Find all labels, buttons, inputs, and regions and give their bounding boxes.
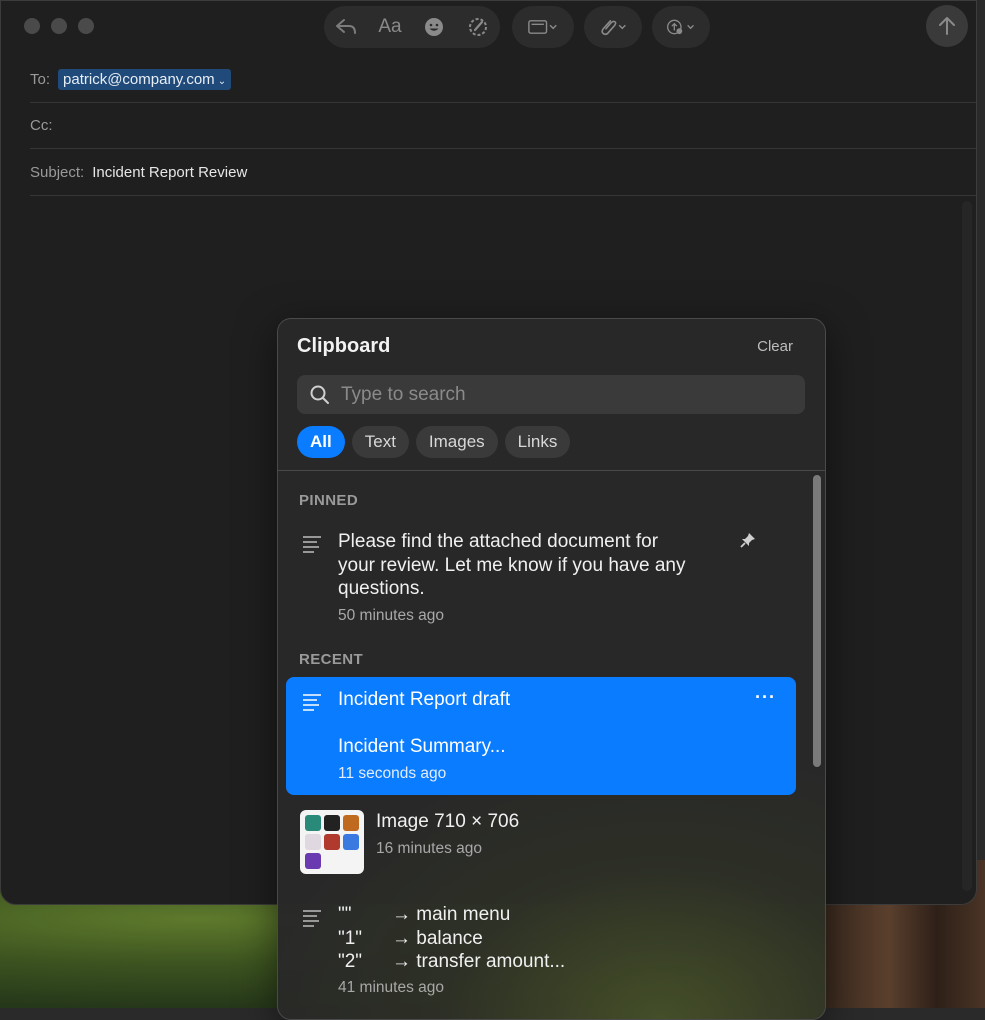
subject-label: Subject: (30, 163, 85, 181)
filter-text[interactable]: Text (351, 426, 409, 458)
mapping-row: "1" → balance (338, 927, 565, 951)
timestamp: 50 minutes ago (338, 607, 444, 624)
mapping-value: → main menu (392, 904, 511, 925)
pinned-header: PINNED (299, 492, 359, 509)
header-fields-icon (528, 12, 558, 42)
mapping-row: "" → main menu (338, 903, 565, 927)
pin-icon[interactable] (740, 532, 756, 548)
compose-toolbar-group: Aa (324, 6, 500, 48)
clip-title: Incident Report draft (338, 689, 511, 710)
clipboard-title: Clipboard (297, 335, 391, 357)
mapping-value: → transfer amount... (392, 951, 566, 972)
pinned-clip-line: questions. (338, 578, 425, 599)
search-input[interactable] (339, 382, 763, 407)
clip-preview: Incident Summary... (338, 736, 506, 757)
filter-all[interactable]: All (297, 426, 345, 458)
filter-images[interactable]: Images (415, 426, 498, 458)
clip-text: "" → main menu "1" → balance "2" → transfer… (338, 903, 565, 974)
text-snippet-icon (303, 694, 321, 711)
recent-header: RECENT (299, 651, 364, 668)
image-thumbnail (300, 810, 364, 874)
to-label: To: (30, 70, 51, 88)
pinned-clip-item[interactable]: Please find the attached document for yo… (286, 519, 796, 631)
minimize-window-button[interactable] (51, 18, 67, 34)
attachment-icon (598, 12, 628, 42)
header-fields-button[interactable] (512, 6, 574, 48)
chevron-down-icon: ⌄ (217, 75, 227, 87)
reply-icon[interactable] (331, 12, 361, 42)
text-snippet-icon (303, 910, 321, 927)
filter-chips: All Text Images Links (297, 426, 571, 458)
format-text-icon[interactable]: Aa (375, 12, 405, 42)
recipient-token[interactable]: patrick@company.com ⌄ (58, 68, 232, 90)
photo-browser-button[interactable] (652, 6, 710, 48)
more-options-icon[interactable]: ··· (755, 687, 776, 708)
send-icon (939, 17, 955, 35)
clipboard-panel: Clipboard Clear All Text Images Links PI… (277, 318, 826, 1020)
attachment-button[interactable] (584, 6, 642, 48)
send-button[interactable] (926, 5, 968, 47)
pinned-clip-line: Please find the attached document for (338, 531, 659, 552)
recent-clip-item-selected[interactable]: Incident Report draft ··· Incident Summa… (286, 677, 796, 795)
divider (278, 470, 825, 471)
mapping-key: "2" (338, 951, 363, 972)
zoom-window-button[interactable] (78, 18, 94, 34)
message-body-scrollbar[interactable] (962, 201, 972, 891)
subject-value[interactable]: Incident Report Review (92, 164, 247, 181)
subject-field-row[interactable]: Subject: Incident Report Review (30, 149, 976, 196)
emoji-icon[interactable] (419, 12, 449, 42)
cc-label: Cc: (30, 116, 53, 134)
photo-browser-icon (666, 12, 696, 42)
to-field-row: To: patrick@company.com ⌄ (30, 56, 976, 103)
close-window-button[interactable] (24, 18, 40, 34)
text-snippet-icon (303, 536, 321, 553)
mapping-key: "" (338, 904, 352, 925)
search-icon (310, 385, 329, 404)
pinned-clip-text: Please find the attached document for yo… (338, 530, 685, 601)
mapping-key: "1" (338, 927, 363, 949)
clipboard-search[interactable] (297, 375, 805, 414)
scrollbar-thumb[interactable] (813, 475, 821, 767)
timestamp: 16 minutes ago (376, 840, 482, 857)
mapping-row: "2" → transfer amount... (338, 950, 565, 974)
timestamp: 41 minutes ago (338, 979, 444, 996)
timestamp: 11 seconds ago (338, 765, 447, 782)
mapping-value: → balance (392, 927, 483, 949)
cc-field-row[interactable]: Cc: (30, 102, 976, 149)
pinned-clip-line: your review. Let me know if you have any (338, 554, 686, 576)
clip-title: Image 710 × 706 (376, 811, 520, 832)
recent-clip-item-image[interactable]: Image 710 × 706 16 minutes ago (286, 807, 796, 881)
filter-links[interactable]: Links (504, 426, 571, 458)
recipient-address: patrick@company.com (63, 70, 215, 88)
clipboard-scrollbar[interactable] (810, 475, 824, 1019)
clear-button[interactable]: Clear (757, 338, 793, 355)
markup-icon[interactable] (463, 12, 493, 42)
recent-clip-item-text[interactable]: "" → main menu "1" → balance "2" → transfer… (286, 897, 796, 1007)
